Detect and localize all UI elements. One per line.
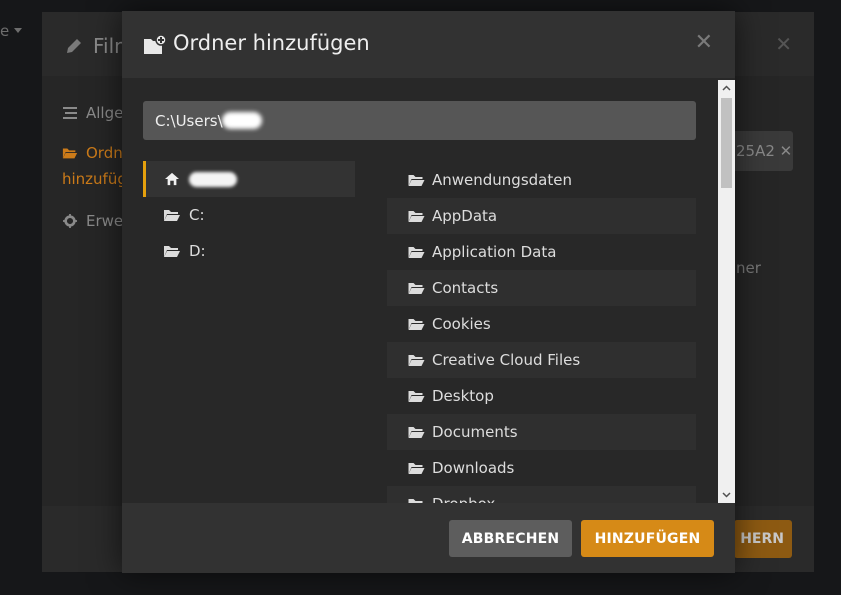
folder-item-label: Cookies: [432, 315, 491, 333]
folder-open-icon: [164, 210, 180, 221]
folder-open-icon: [164, 246, 180, 257]
folder-plus-icon: [144, 34, 167, 54]
drive-item-home[interactable]: [143, 161, 355, 197]
folder-item-label: AppData: [432, 207, 498, 225]
background-nav-folder-label-2: hinzufüg: [62, 170, 127, 188]
folder-open-icon: [408, 247, 425, 258]
dialog-title: Ordner hinzufügen: [173, 31, 370, 55]
close-icon[interactable]: ✕: [695, 30, 713, 55]
background-sidebar: Allge Ordn hinzufüg Erwe: [42, 76, 127, 506]
folder-item[interactable]: Dropbox: [387, 486, 696, 504]
list-icon: [63, 107, 77, 119]
background-nav-folder-label-1: Ordn: [86, 144, 123, 162]
folder-item-label: Downloads: [432, 459, 515, 477]
scrollbar-thumb[interactable]: [721, 98, 732, 188]
folder-item-label: Contacts: [432, 279, 499, 297]
pencil-icon: [67, 39, 81, 53]
drive-item-d[interactable]: D:: [143, 233, 355, 269]
redacted-username-mask: [222, 112, 262, 129]
folder-list[interactable]: Anwendungsdaten AppData Application Data…: [387, 162, 696, 504]
gear-icon: [63, 214, 77, 228]
dialog-footer: ABBRECHEN HINZUFÜGEN: [122, 503, 735, 573]
background-field-clear-icon: ✕: [774, 142, 793, 160]
background-caret-icon: [14, 28, 22, 33]
folder-item[interactable]: AppData: [387, 198, 696, 234]
folder-item[interactable]: Creative Cloud Files: [387, 342, 696, 378]
cancel-button[interactable]: ABBRECHEN: [449, 520, 572, 557]
background-nav-folder: Ordn hinzufüg: [62, 140, 127, 192]
folder-item[interactable]: Application Data: [387, 234, 696, 270]
background-text: ner: [736, 259, 761, 277]
scroll-down-arrow-icon[interactable]: [718, 486, 735, 503]
folder-list-scrollbar[interactable]: [718, 80, 735, 503]
folder-item[interactable]: Anwendungsdaten: [387, 162, 696, 198]
drive-item-c[interactable]: C:: [143, 197, 355, 233]
folder-open-icon: [408, 427, 425, 438]
folder-item-label: Documents: [432, 423, 518, 441]
drive-item-c-label: C:: [189, 206, 205, 224]
folder-item-label: Application Data: [432, 243, 557, 261]
folder-open-icon: [408, 463, 425, 474]
home-icon: [165, 172, 179, 186]
folder-open-icon: [62, 148, 78, 159]
folder-open-icon: [408, 211, 425, 222]
background-field-text: 25A2: [736, 142, 775, 160]
folder-item[interactable]: Cookies: [387, 306, 696, 342]
redacted-home-label: [189, 172, 237, 187]
background-field: 25A2 ✕: [732, 131, 793, 171]
folder-item-label: Anwendungsdaten: [432, 171, 572, 189]
background-nav-advanced: Erwe: [62, 212, 123, 230]
background-menu-text: e: [0, 22, 10, 40]
folder-item-label: Creative Cloud Files: [432, 351, 581, 369]
background-nav-advanced-label: Erwe: [86, 212, 124, 230]
folder-open-icon: [408, 391, 425, 402]
add-button[interactable]: HINZUFÜGEN: [581, 520, 714, 557]
folder-item[interactable]: Desktop: [387, 378, 696, 414]
dialog-header: Ordner hinzufügen ✕: [122, 11, 735, 78]
folder-item[interactable]: Contacts: [387, 270, 696, 306]
folder-item-label: Desktop: [432, 387, 494, 405]
background-save-button: HERN: [734, 520, 792, 558]
scroll-up-arrow-icon[interactable]: [718, 80, 735, 97]
add-folder-dialog: Ordner hinzufügen ✕ C: D: Anwendungsdate…: [122, 11, 735, 573]
folder-item[interactable]: Documents: [387, 414, 696, 450]
background-nav-general-label: Allge: [86, 104, 124, 122]
background-close-icon[interactable]: ✕: [775, 32, 792, 56]
folder-open-icon: [408, 175, 425, 186]
folder-open-icon: [408, 319, 425, 330]
drive-list: C: D:: [143, 161, 355, 269]
drive-item-d-label: D:: [189, 242, 206, 260]
folder-open-icon: [408, 355, 425, 366]
folder-open-icon: [408, 283, 425, 294]
folder-item[interactable]: Downloads: [387, 450, 696, 486]
background-nav-general: Allge: [62, 104, 123, 122]
